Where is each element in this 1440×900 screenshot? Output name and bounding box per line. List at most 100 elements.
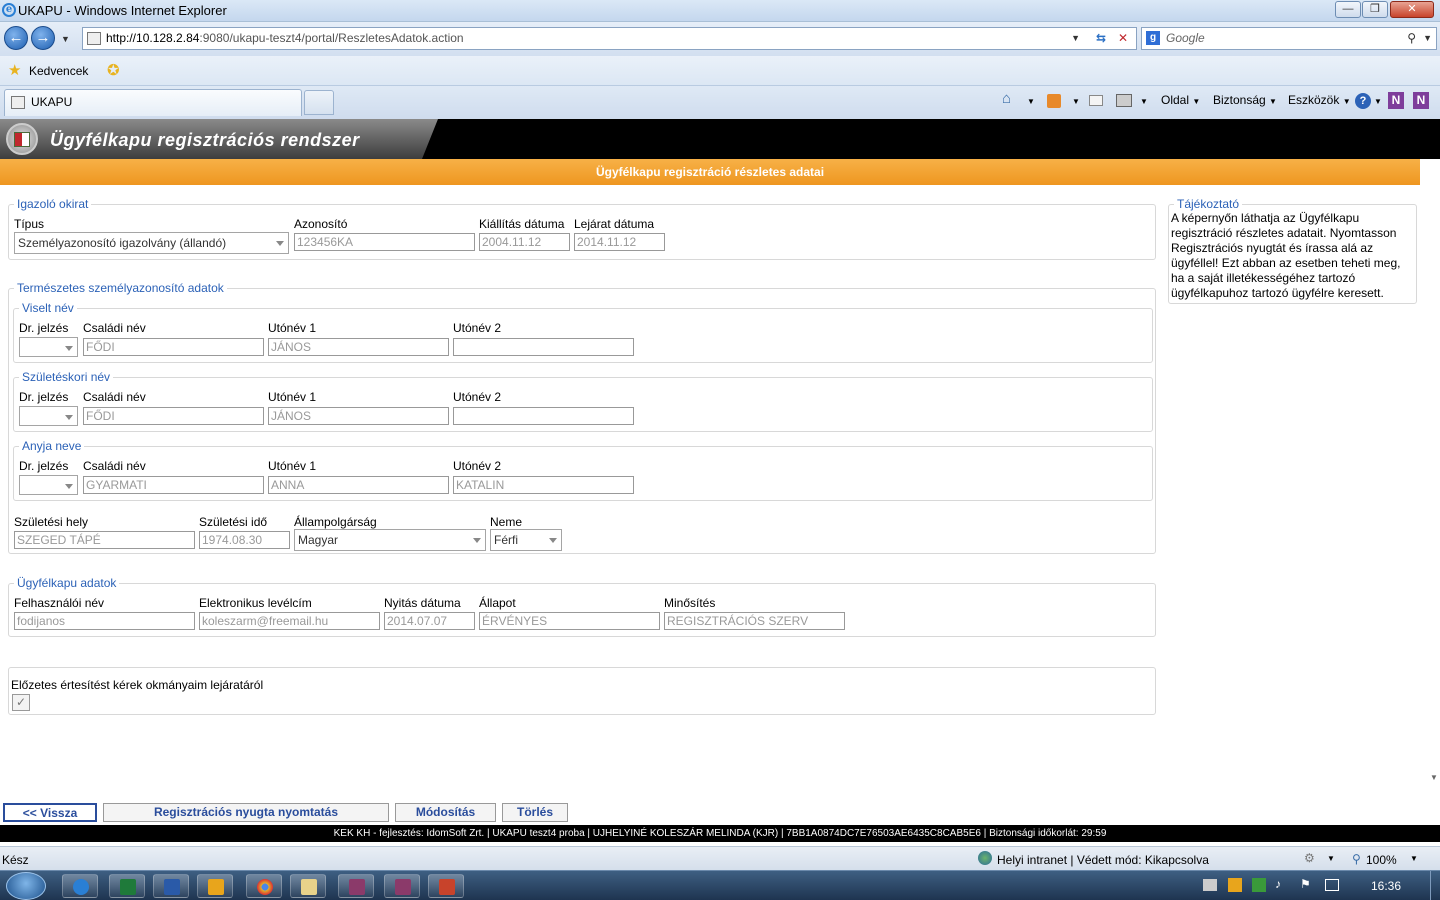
back-nav-button[interactable]: ←	[4, 26, 28, 50]
allampolgarsag-select[interactable]: Magyar	[294, 529, 486, 551]
taskbar-outlook-icon[interactable]	[197, 874, 233, 898]
taskbar-app-icon[interactable]	[384, 874, 420, 898]
szuletesi-hely-field[interactable]: SZEGED TÁPÉ	[14, 531, 195, 549]
lejarat-field[interactable]: 2014.11.12	[574, 233, 665, 251]
close-button[interactable]: ✕	[1390, 1, 1434, 18]
home-dropdown-icon[interactable]: ▼	[1027, 97, 1035, 106]
home-icon[interactable]: ⌂	[1002, 90, 1011, 107]
utonev1-label: Utónév 1	[268, 390, 317, 404]
tab-ukapu[interactable]: UKAPU	[4, 89, 302, 116]
viselt-csaladi-field[interactable]: FŐDI	[83, 338, 264, 356]
taskbar-clock[interactable]: 16:36	[1371, 879, 1401, 893]
taskbar-excel-icon[interactable]	[109, 874, 145, 898]
tools-menu[interactable]: Eszközök ▼	[1288, 93, 1351, 107]
show-desktop-button[interactable]	[1430, 871, 1440, 900]
zoom-dropdown-icon[interactable]: ▼	[1410, 854, 1418, 863]
favorites-button[interactable]: Kedvencek	[29, 64, 88, 78]
action-bar: << Vissza Regisztrációs nyugta nyomtatás…	[0, 800, 1440, 825]
azonosito-field[interactable]: 123456KA	[294, 233, 475, 251]
add-favorite-icon[interactable]: ✪	[107, 61, 120, 79]
mail-icon[interactable]	[1089, 95, 1103, 106]
help-dropdown-icon[interactable]: ▼	[1374, 97, 1382, 106]
viselt-utonev1-field[interactable]: JÁNOS	[268, 338, 449, 356]
tray-outlook-icon[interactable]	[1228, 878, 1242, 892]
szuletesi-ido-field[interactable]: 1974.08.30	[199, 531, 290, 549]
addon-dropdown-icon[interactable]: ▼	[1327, 854, 1335, 863]
search-input[interactable]: g Google ⚲ ▼	[1141, 27, 1437, 50]
ertesites-checkbox[interactable]: ✓	[12, 694, 30, 711]
page-scrollbar[interactable]: ▼	[1428, 185, 1440, 799]
dr-label: Dr. jelzés	[19, 459, 69, 473]
szuleteskori-utonev1-field[interactable]: JÁNOS	[268, 407, 449, 425]
stop-icon[interactable]: ✕	[1118, 28, 1128, 49]
modify-button[interactable]: Módosítás	[395, 803, 496, 822]
delete-button[interactable]: Törlés	[502, 803, 568, 822]
viselt-utonev2-field[interactable]	[453, 338, 634, 356]
felhasznalo-label: Felhasználói név	[14, 596, 105, 610]
taskbar-app-icon[interactable]	[338, 874, 374, 898]
kiallitas-field[interactable]: 2004.11.12	[479, 233, 570, 251]
tray-flag-icon[interactable]: ⚑	[1300, 877, 1311, 891]
fieldset-ugyfelkapu-adatok: Ügyfélkapu adatok Felhasználói név fodij…	[8, 576, 1156, 637]
windows-taskbar: ♪ ⚑ 16:36	[0, 870, 1440, 900]
minimize-button[interactable]: —	[1335, 1, 1361, 18]
tray-volume-icon[interactable]: ♪	[1275, 877, 1281, 891]
taskbar-chrome-icon[interactable]	[246, 874, 282, 898]
anyja-dr-select[interactable]	[19, 475, 78, 495]
tray-network-icon[interactable]	[1325, 879, 1339, 891]
feeds-icon[interactable]	[1047, 94, 1061, 108]
viselt-dr-select[interactable]	[19, 337, 78, 357]
szuleteskori-utonev2-field[interactable]	[453, 407, 634, 425]
szuleteskori-csaladi-field[interactable]: FŐDI	[83, 407, 264, 425]
print-dropdown-icon[interactable]: ▼	[1140, 97, 1148, 106]
compat-view-icon[interactable]: ⇆	[1096, 28, 1106, 49]
dr-label: Dr. jelzés	[19, 390, 69, 404]
zoom-level[interactable]: 100%	[1366, 853, 1397, 867]
page-menu[interactable]: Oldal ▼	[1161, 93, 1200, 107]
window-title-bar: e UKAPU - Windows Internet Explorer — ❐ …	[0, 0, 1440, 22]
tray-app-icon[interactable]	[1252, 878, 1266, 892]
start-button[interactable]	[6, 872, 46, 900]
help-icon[interactable]: ?	[1355, 93, 1371, 109]
tray-printer-icon[interactable]	[1203, 879, 1217, 891]
allapot-field[interactable]: ÉRVÉNYES	[479, 612, 660, 630]
szuleteskori-dr-select[interactable]	[19, 406, 78, 426]
recent-pages-dropdown-icon[interactable]: ▼	[61, 34, 70, 44]
safety-menu[interactable]: Biztonság ▼	[1213, 93, 1277, 107]
minosites-field[interactable]: REGISZTRÁCIÓS SZERV	[664, 612, 845, 630]
scroll-down-icon[interactable]: ▼	[1430, 773, 1438, 782]
maximize-button[interactable]: ❐	[1362, 1, 1388, 18]
url-input[interactable]: http://10.128.2.84:9080/ukapu-teszt4/por…	[82, 27, 1137, 50]
url-dropdown-icon[interactable]: ▼	[1071, 28, 1080, 49]
back-button[interactable]: << Vissza	[3, 803, 97, 822]
fieldset-tajekoztato: Tájékoztató A képernyőn láthatja az Ügyf…	[1168, 197, 1417, 304]
print-receipt-button[interactable]: Regisztrációs nyugta nyomtatás	[103, 803, 389, 822]
onenote-icon[interactable]: N	[1388, 92, 1404, 109]
security-zone[interactable]: Helyi intranet | Védett mód: Kikapcsolva	[997, 853, 1209, 867]
taskbar-word-icon[interactable]	[153, 874, 189, 898]
taskbar-powerpoint-icon[interactable]	[428, 874, 464, 898]
legend-anyja-neve: Anyja neve	[19, 439, 85, 453]
print-icon[interactable]	[1116, 94, 1132, 107]
chevron-down-icon	[65, 415, 73, 420]
tipus-select[interactable]: Személyazonosító igazolvány (állandó)	[14, 232, 289, 254]
kiallitas-label: Kiállítás dátuma	[479, 217, 565, 231]
search-icon[interactable]: ⚲	[1407, 28, 1416, 49]
new-tab-button[interactable]	[304, 90, 334, 115]
felhasznalo-field[interactable]: fodijanos	[14, 612, 195, 630]
addon-icon[interactable]: ⚙	[1304, 851, 1315, 865]
neme-select[interactable]: Férfi	[490, 529, 562, 551]
taskbar-ie-icon[interactable]	[62, 874, 98, 898]
nyitas-field[interactable]: 2014.07.07	[384, 612, 475, 630]
hungarian-crest-icon	[6, 123, 38, 155]
search-options-icon[interactable]: ▼	[1423, 28, 1432, 49]
forward-nav-button[interactable]: →	[31, 26, 55, 50]
taskbar-explorer-icon[interactable]	[290, 874, 326, 898]
feeds-dropdown-icon[interactable]: ▼	[1072, 97, 1080, 106]
email-field[interactable]: koleszarm@freemail.hu	[199, 612, 380, 630]
anyja-utonev1-field[interactable]: ANNA	[268, 476, 449, 494]
anyja-utonev2-field[interactable]: KATALIN	[453, 476, 634, 494]
fieldset-termeszetes: Természetes személyazonosító adatok Vise…	[8, 281, 1156, 554]
anyja-csaladi-field[interactable]: GYARMATI	[83, 476, 264, 494]
onenote-linked-icon[interactable]: N	[1413, 92, 1429, 109]
